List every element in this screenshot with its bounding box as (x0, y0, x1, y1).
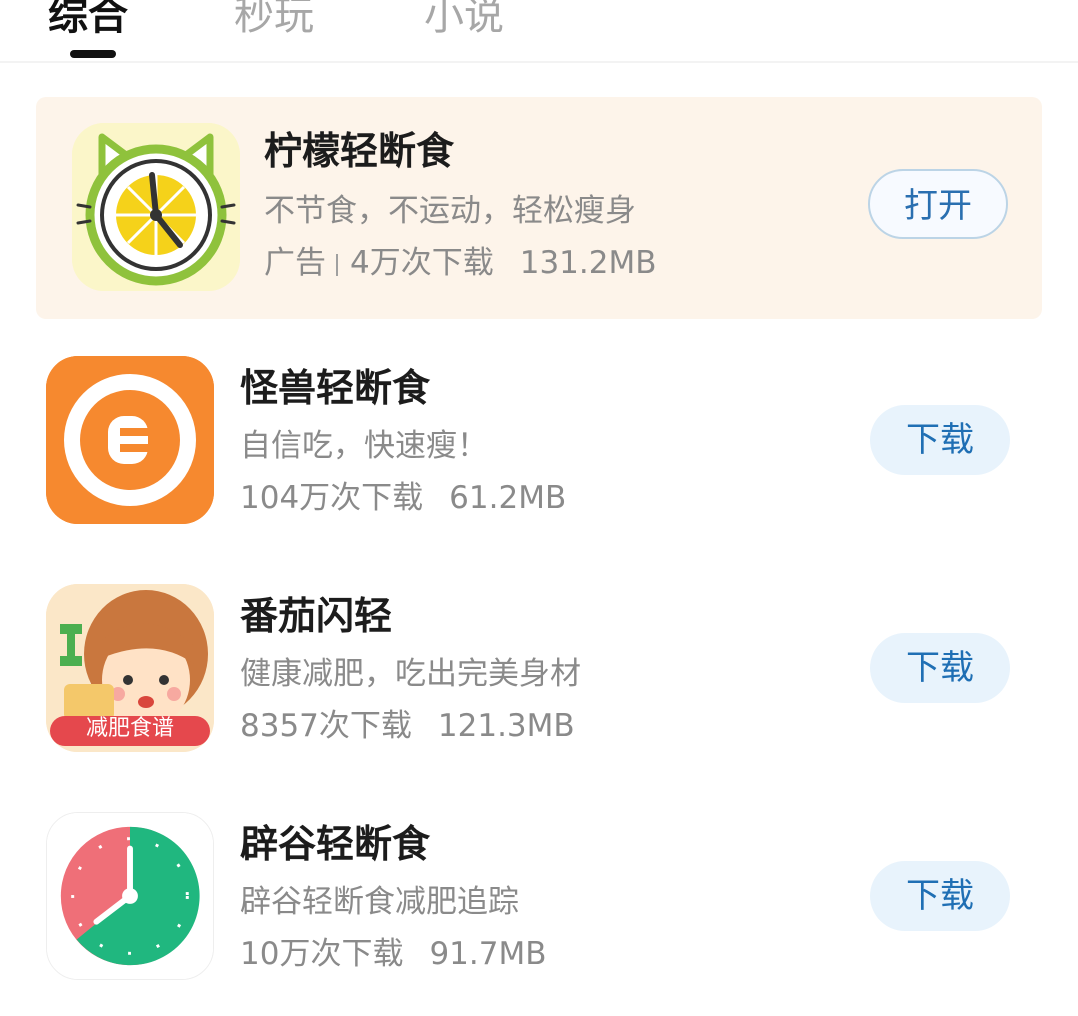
app-description: 不节食，不运动，轻松瘦身 (264, 193, 636, 229)
girl-diet-icon: 减肥食谱 (46, 584, 214, 752)
app-name: 番茄闪轻 (240, 594, 393, 638)
download-count: 10万次下载 (240, 936, 404, 972)
lemon-clock-icon (72, 123, 240, 291)
app-description: 自信吃，快速瘦！ (240, 428, 488, 464)
open-button[interactable]: 打开 (868, 169, 1008, 239)
app-list-item[interactable]: 怪兽轻断食 自信吃，快速瘦！ 104万次下载 61.2MB 下载 (0, 340, 1078, 550)
file-size: 121.3MB (437, 708, 575, 744)
divider (0, 61, 1078, 63)
download-button[interactable]: 下载 (870, 861, 1010, 931)
separator (336, 253, 338, 276)
download-count: 4万次下载 (350, 245, 494, 281)
search-results-page: 综合 秒玩 小说 柠檬轻断食 不节食，不运动，轻松瘦身 广告 4万次下载 131… (0, 0, 1078, 1016)
tab-novels[interactable]: 小说 (424, 0, 504, 46)
app-list-item[interactable]: 减肥食谱 番茄闪轻 健康减肥，吃出完美身材 8357次下载 121.3MB 下载 (0, 568, 1078, 778)
app-name: 怪兽轻断食 (240, 366, 431, 410)
app-description: 辟谷轻断食减肥追踪 (240, 884, 519, 920)
app-name: 柠檬轻断食 (264, 129, 455, 173)
download-button[interactable]: 下载 (870, 405, 1010, 475)
app-list-item-ad[interactable]: 柠檬轻断食 不节食，不运动，轻松瘦身 广告 4万次下载 131.2MB 打开 (36, 97, 1042, 319)
download-count: 8357次下载 (240, 708, 412, 744)
app-description: 健康减肥，吃出完美身材 (240, 656, 581, 692)
fasting-clock-icon (46, 812, 214, 980)
file-size: 61.2MB (449, 480, 567, 516)
file-size: 91.7MB (429, 936, 547, 972)
app-name: 辟谷轻断食 (240, 822, 431, 866)
app-meta: 8357次下载 121.3MB (240, 706, 575, 746)
monster-e-icon (46, 356, 214, 524)
file-size: 131.2MB (519, 245, 657, 281)
icon-badge: 减肥食谱 (85, 716, 174, 741)
tab-general[interactable]: 综合 (48, 0, 128, 46)
tab-bar: 综合 秒玩 小说 (0, 0, 1078, 63)
download-count: 104万次下载 (240, 480, 424, 516)
tab-instant-play[interactable]: 秒玩 (234, 0, 314, 46)
download-button[interactable]: 下载 (870, 633, 1010, 703)
active-tab-indicator (70, 50, 116, 58)
ad-label: 广告 (264, 245, 326, 281)
app-list-item[interactable]: 辟谷轻断食 辟谷轻断食减肥追踪 10万次下载 91.7MB 下载 (0, 796, 1078, 1006)
app-meta: 104万次下载 61.2MB (240, 478, 566, 518)
app-meta: 广告 4万次下载 131.2MB (264, 243, 657, 283)
app-meta: 10万次下载 91.7MB (240, 934, 547, 974)
